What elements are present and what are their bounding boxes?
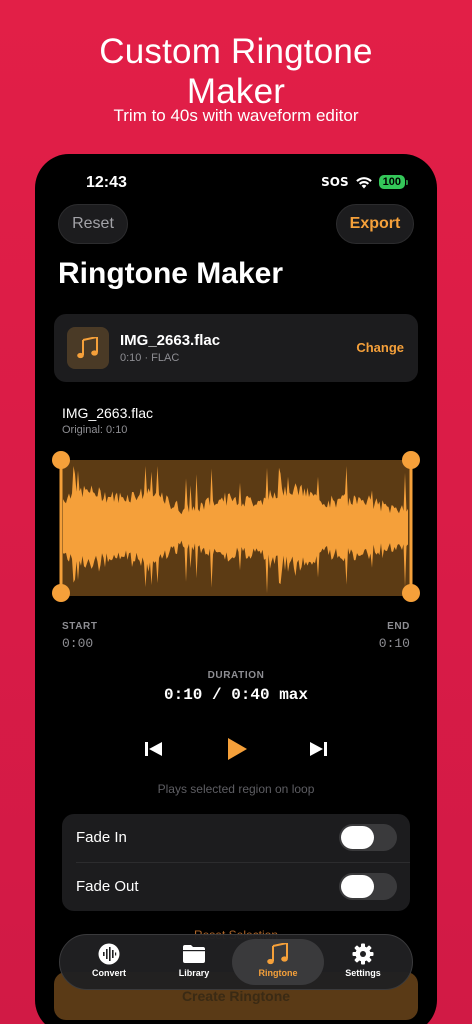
page-title: Ringtone Maker	[58, 257, 284, 290]
end-value: 0:10	[378, 636, 410, 651]
promo-title-line-1: Custom Ringtone	[99, 32, 373, 71]
toggle-knob	[341, 826, 374, 849]
tab-ringtone-label: Ringtone	[258, 968, 298, 978]
tab-settings[interactable]: Settings	[317, 939, 409, 985]
reset-button[interactable]: Reset	[58, 204, 128, 244]
skip-forward-button[interactable]	[303, 734, 333, 764]
fade-out-row: Fade Out	[62, 863, 410, 911]
fade-out-toggle[interactable]	[339, 873, 397, 900]
skip-forward-icon	[310, 742, 327, 756]
tab-library[interactable]: Library	[148, 939, 240, 985]
status-indicators: SOS 100	[321, 175, 409, 189]
wifi-icon	[355, 176, 372, 188]
waveform-icon	[98, 943, 120, 965]
skip-back-icon	[145, 742, 162, 756]
file-name: IMG_2663.flac	[120, 332, 221, 349]
status-time: 12:43	[86, 174, 127, 191]
tab-ringtone[interactable]: Ringtone	[232, 939, 324, 985]
fade-in-toggle[interactable]	[339, 824, 397, 851]
start-handle-bottom[interactable]	[52, 584, 70, 602]
skip-back-button[interactable]	[139, 734, 169, 764]
end-label: END	[387, 621, 410, 632]
end-handle-bottom[interactable]	[402, 584, 420, 602]
track-original-duration: Original: 0:10	[62, 424, 128, 436]
fade-options: Fade In Fade Out	[62, 814, 410, 911]
fade-in-row: Fade In	[62, 814, 410, 862]
tab-library-label: Library	[178, 968, 210, 978]
folder-icon	[183, 945, 205, 963]
duration-label: DURATION	[207, 670, 265, 681]
battery-indicator: 100	[378, 175, 409, 189]
duration-value: 0:10 / 0:40 max	[163, 686, 309, 704]
tab-settings-label: Settings	[345, 968, 381, 978]
start-value: 0:00	[62, 636, 94, 651]
play-icon	[228, 738, 247, 760]
fade-in-label: Fade In	[76, 829, 127, 846]
waveform-editor[interactable]	[35, 450, 437, 606]
track-name: IMG_2663.flac	[62, 405, 154, 421]
end-handle-top[interactable]	[402, 451, 420, 469]
promo-subtitle: Trim to 40s with waveform editor	[113, 106, 359, 125]
music-notes-icon	[267, 943, 288, 965]
fade-out-label: Fade Out	[76, 878, 139, 895]
tab-convert[interactable]: Convert	[63, 939, 155, 985]
tab-convert-label: Convert	[91, 968, 126, 978]
tab-bar: Convert Library Ringtone Settings	[59, 934, 413, 990]
toggle-knob	[341, 875, 374, 898]
loop-hint: Plays selected region on loop	[157, 782, 315, 796]
phone-screen: 12:43 SOS 100 Reset Export Ringtone Make…	[35, 154, 437, 1024]
sos-indicator: SOS	[321, 175, 349, 189]
change-file-button[interactable]: Change	[356, 340, 404, 355]
music-notes-icon	[67, 327, 109, 369]
start-label: START	[62, 621, 98, 632]
promo-title: Custom Ringtone Maker	[0, 32, 472, 112]
file-card: IMG_2663.flac 0:10 · FLAC Change	[54, 314, 418, 382]
play-button[interactable]	[220, 734, 254, 764]
start-handle-top[interactable]	[52, 451, 70, 469]
export-button[interactable]: Export	[336, 204, 414, 244]
file-meta: 0:10 · FLAC	[120, 352, 180, 364]
gear-icon	[352, 943, 374, 965]
